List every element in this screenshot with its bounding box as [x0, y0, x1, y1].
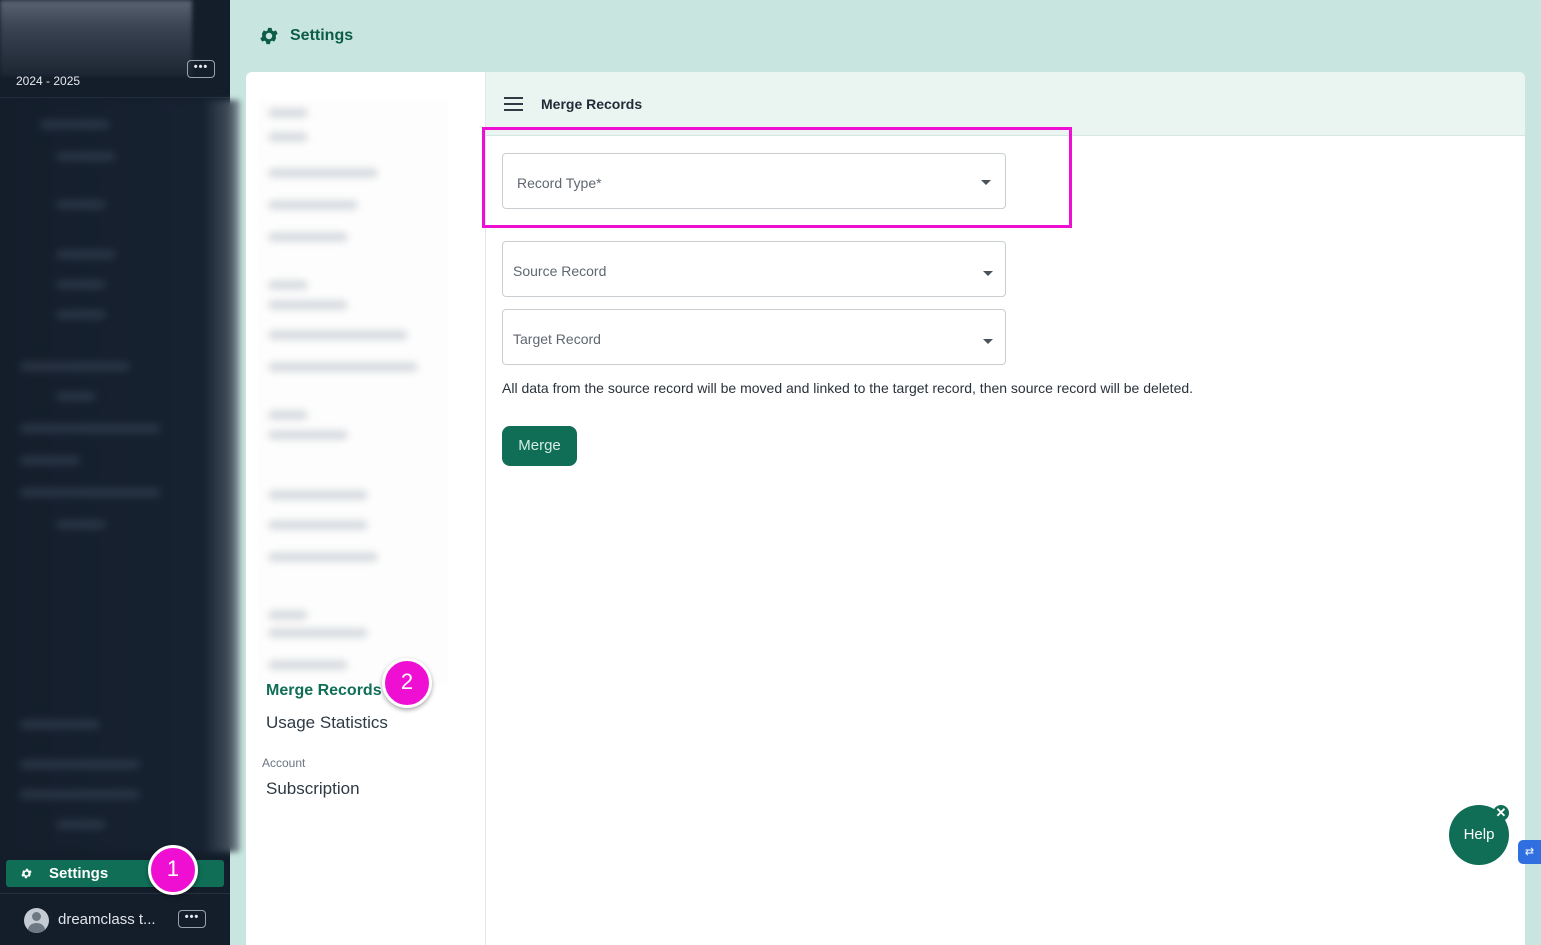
- swap-icon: ⇄: [1524, 846, 1535, 858]
- nav-item-subscription[interactable]: Subscription: [266, 779, 360, 799]
- school-year: 2024 - 2025: [16, 74, 81, 88]
- side-widget-tab[interactable]: ⇄: [1518, 840, 1541, 864]
- settings-nav-blurred: [258, 100, 448, 686]
- chevron-down-icon: [983, 339, 993, 344]
- merge-button[interactable]: Merge: [502, 426, 577, 466]
- step-marker-2: 2: [382, 658, 432, 708]
- chevron-down-icon: [983, 271, 993, 276]
- main-sidebar: 2024 - 2025 ••• Settings dreamclass t...: [0, 0, 240, 945]
- sidebar-item-settings-label: Settings: [49, 865, 109, 882]
- gear-icon: [260, 27, 278, 45]
- merge-info-text: All data from the source record will be …: [502, 380, 1194, 396]
- source-record-placeholder: Source Record: [513, 263, 607, 279]
- user-footer: dreamclass t... •••: [0, 893, 230, 945]
- step-marker-1: 1: [148, 845, 198, 895]
- close-icon[interactable]: ✕: [1493, 805, 1509, 821]
- chevron-down-icon: [981, 180, 991, 185]
- page-title: Settings: [290, 27, 354, 44]
- school-menu-button[interactable]: •••: [187, 60, 215, 78]
- school-switcher[interactable]: 2024 - 2025 •••: [0, 0, 230, 98]
- target-record-placeholder: Target Record: [513, 331, 601, 347]
- nav-item-usage-statistics[interactable]: Usage Statistics: [266, 713, 388, 733]
- record-type-placeholder: Record Type*: [517, 175, 602, 191]
- ellipsis-icon: •••: [193, 61, 209, 73]
- page-header: Settings: [258, 25, 353, 47]
- sidebar-menu-blurred: [0, 100, 240, 852]
- settings-card: Merge Records Usage Statistics Account S…: [246, 72, 1525, 945]
- record-type-select[interactable]: Record Type*: [502, 153, 1006, 209]
- ellipsis-icon: •••: [184, 911, 200, 923]
- school-name-blurred: [0, 0, 192, 76]
- content-title: Merge Records: [541, 95, 643, 112]
- hamburger-icon[interactable]: [504, 96, 523, 111]
- source-record-select[interactable]: Source Record: [502, 241, 1006, 297]
- avatar[interactable]: [24, 908, 49, 933]
- nav-section-account: Account: [262, 756, 306, 770]
- user-menu-button[interactable]: •••: [178, 910, 206, 928]
- settings-nav: Merge Records Usage Statistics Account S…: [246, 72, 486, 945]
- nav-item-merge-records[interactable]: Merge Records: [266, 682, 382, 700]
- target-record-select[interactable]: Target Record: [502, 309, 1006, 365]
- user-name[interactable]: dreamclass t...: [58, 911, 156, 928]
- gear-icon: [21, 868, 32, 879]
